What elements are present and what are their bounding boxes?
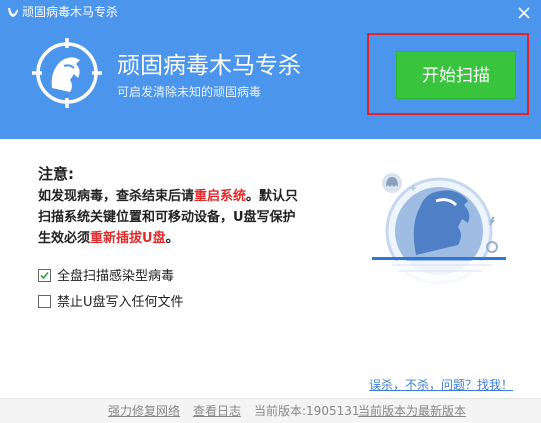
block-usb-write-checkbox[interactable] — [38, 295, 51, 308]
repair-network-link[interactable]: 强力修复网络 — [108, 399, 180, 423]
replug-warning: 重新插拔U盘 — [90, 231, 166, 246]
hero-subtitle: 可启发清除未知的顽固病毒 — [117, 85, 262, 99]
hero-title: 顽固病毒木马专杀 — [117, 53, 301, 79]
view-log-link[interactable]: 查看日志 — [193, 399, 241, 423]
block-usb-write-label: 禁止U盘写入任何文件 — [57, 295, 184, 310]
footer-bar: 强力修复网络 查看日志 当前版本:1905131 当前版本为最新版本 — [0, 398, 541, 423]
block-usb-write-option[interactable]: 禁止U盘写入任何文件 — [38, 291, 184, 310]
full-scan-checkbox[interactable] — [38, 269, 51, 282]
notice-line3-a: 生效必须 — [38, 231, 91, 246]
header-banner: 顽固病毒木马专杀 顽固病毒木马专杀 可启发清除未知的顽固病毒 开始扫描 — [0, 0, 541, 139]
notice-text: 如发现病毒，查杀结束后请重启系统。默认只 扫描系统关键位置和可移动设备，U盘写保… — [38, 186, 338, 249]
latest-version-link[interactable]: 当前版本为最新版本 — [358, 399, 466, 423]
notice-line1-b: 。默认只 — [246, 189, 299, 204]
notice-heading: 注意: — [38, 165, 74, 183]
notice-line2: 扫描系统关键位置和可移动设备，U盘写保护 — [38, 210, 296, 225]
horse-shield-icon — [32, 38, 102, 108]
help-link[interactable]: 误杀，不杀，问题？找我！ — [369, 376, 513, 393]
restart-warning: 重启系统 — [194, 189, 247, 204]
notice-line1-a: 如发现病毒，查杀结束后请 — [38, 189, 195, 204]
window-title: 顽固病毒木马专杀 — [22, 5, 119, 19]
start-scan-button[interactable]: 开始扫描 — [396, 51, 516, 99]
close-icon[interactable] — [515, 4, 533, 22]
full-scan-option[interactable]: 全盘扫描感染型病毒 — [38, 265, 174, 284]
app-logo-icon — [8, 8, 18, 17]
protection-illustration-icon — [372, 173, 506, 295]
version-label: 当前版本:1905131 — [254, 404, 360, 418]
notice-line3-b: 。 — [165, 231, 179, 246]
full-scan-label: 全盘扫描感染型病毒 — [57, 269, 175, 284]
checkmark-icon — [40, 271, 49, 280]
